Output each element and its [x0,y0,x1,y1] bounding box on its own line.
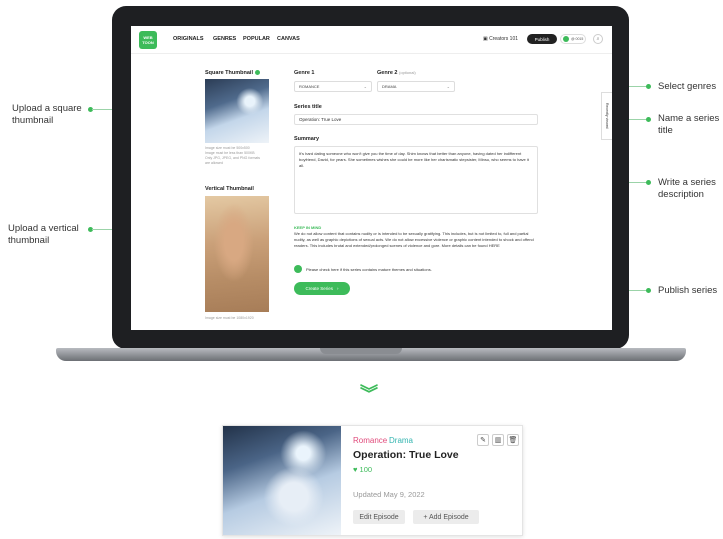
genre1-select[interactable]: ROMANCE ⌄ [294,81,372,92]
laptop-screen: WEB TOON ORIGINALS GENRES POPULAR CANVAS… [131,26,612,330]
create-series-button[interactable]: Create Series › [294,282,350,295]
updated-date: Updated May 9, 2022 [353,490,425,499]
check-icon [254,70,260,76]
genre-tag-romance: Romance [353,436,388,445]
annotation-dot [646,84,651,89]
chevron-down-icon: ︾ [360,384,378,404]
annotation-publish-series: Publish series [658,285,718,296]
genre1-value: ROMANCE [299,84,320,89]
arrow-right-icon: › [337,286,339,291]
annotation-dot [646,288,651,293]
genre2-value: DRAMA [382,84,397,89]
policy-text: We do not allow content that contains nu… [294,231,534,248]
annotation-upload-square: Upload a square thumbnail [12,103,82,126]
recently-viewed-tab[interactable]: Recently viewed [601,92,612,140]
nav-canvas[interactable]: CANVAS [277,36,300,42]
likes-count: ♥ 100 [353,465,373,474]
genre-tag-drama: Drama [389,436,414,445]
nav-originals[interactable]: ORIGINALS [173,36,204,42]
series-card: Romance Drama Operation: True Love ♥ 100… [222,425,523,536]
create-series-label: Create Series [305,286,333,291]
annotation-upload-vertical: Upload a vertical thumbnail [8,223,79,246]
laptop-notch [320,348,402,354]
vertical-thumbnail-hint: Image size must be 1080x1920 [205,316,254,320]
genre2-label-text: Genre 2 [377,70,398,76]
series-thumbnail[interactable] [223,426,341,535]
chevron-down-icon: ⌄ [363,84,367,89]
search-icon[interactable]: ⌕ [593,34,603,44]
summary-textarea[interactable]: It's hard dating someone who won't give … [294,146,538,214]
genre1-label: Genre 1 [294,70,315,76]
mature-content-row: Please check here if this series contain… [294,265,432,273]
webtoon-logo[interactable]: WEB TOON [139,31,157,49]
mature-label: Please check here if this series contain… [306,266,432,272]
user-menu[interactable]: @ 0015 [560,34,586,44]
edit-icon[interactable]: ✎ [477,434,489,446]
square-thumbnail-upload[interactable] [205,79,269,143]
nav-genres[interactable]: GENRES [213,36,236,42]
series-title-input[interactable]: Operation: True Love [294,114,538,125]
series-title: Operation: True Love [353,449,459,461]
policy-heading: KEEP IN MIND [294,225,322,230]
add-episode-button[interactable]: + Add Episode [413,510,479,524]
delete-icon[interactable]: 🗑 [507,434,519,446]
annotation-dot [646,117,651,122]
genre2-optional: (optional) [399,70,416,75]
vertical-thumbnail-upload[interactable] [205,196,269,312]
nav-popular[interactable]: POPULAR [243,36,270,42]
annotation-write-description: Write a series description [658,177,716,200]
mature-checkbox[interactable] [294,265,302,273]
avatar [563,36,569,42]
series-title-label: Series title [294,104,322,110]
square-thumbnail-label: Square Thumbnail [205,70,260,76]
annotation-select-genres: Select genres [658,81,717,92]
genre2-select[interactable]: DRAMA ⌄ [377,81,455,92]
genre2-label: Genre 2 (optional) [377,70,416,76]
vertical-thumbnail-label: Vertical Thumbnail [205,186,254,192]
square-thumbnail-label-text: Square Thumbnail [205,70,253,76]
summary-label: Summary [294,136,320,142]
edit-episode-button[interactable]: Edit Episode [353,510,405,524]
creators-link[interactable]: ▣ Creators 101 [483,36,518,42]
chevron-down-icon: ⌄ [446,84,450,89]
creators-label: Creators 101 [489,36,519,42]
top-nav: WEB TOON ORIGINALS GENRES POPULAR CANVAS… [131,26,612,54]
stats-icon[interactable]: ▥ [492,434,504,446]
publish-button[interactable]: Publish [527,34,557,44]
square-thumbnail-hint: Image size must be 500x500 Image must be… [205,146,261,165]
annotation-name-title: Name a series title [658,113,720,136]
user-label: @ 0015 [571,37,584,41]
annotation-dot [646,180,651,185]
